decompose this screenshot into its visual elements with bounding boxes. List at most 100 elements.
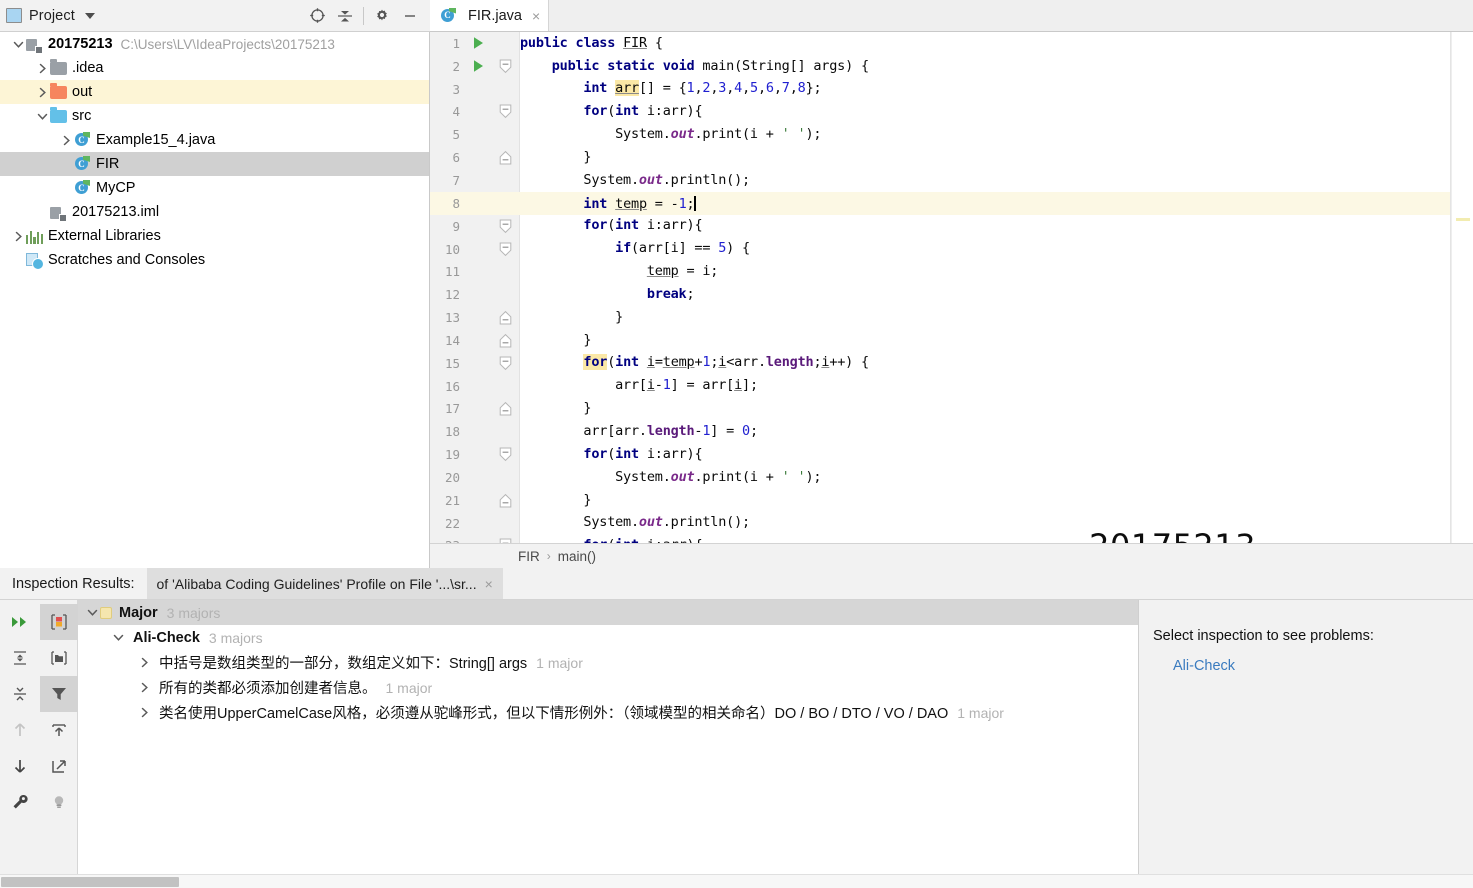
- code-line[interactable]: 21 }: [430, 489, 1473, 512]
- chevron-down-icon[interactable]: [84, 607, 100, 618]
- code-line[interactable]: 17 }: [430, 398, 1473, 421]
- tree-twisty-placeholder: [34, 204, 50, 220]
- rerun-icon[interactable]: [0, 604, 40, 640]
- chevron-down-icon[interactable]: [84, 12, 95, 19]
- fold-marker-icon[interactable]: [490, 333, 520, 348]
- code-line[interactable]: 4 for(int i:arr){: [430, 101, 1473, 124]
- code-line[interactable]: 7 System.out.println();: [430, 169, 1473, 192]
- open-directory-icon[interactable]: [40, 640, 78, 676]
- code-line[interactable]: 6 }: [430, 146, 1473, 169]
- horizontal-scrollbar[interactable]: [0, 874, 1473, 888]
- gear-icon[interactable]: [368, 3, 396, 29]
- project-tree-item-20175213-iml[interactable]: 20175213.iml: [0, 200, 429, 224]
- error-stripe-mark[interactable]: [1456, 218, 1470, 221]
- expand-all-icon[interactable]: [0, 640, 40, 676]
- project-tree-item-external-libraries[interactable]: External Libraries: [0, 224, 429, 248]
- next-icon[interactable]: [0, 748, 40, 784]
- code-line[interactable]: 22 System.out.println();: [430, 512, 1473, 535]
- code-lines[interactable]: 1 public class FIR {2 public static void …: [430, 32, 1473, 543]
- code-line[interactable]: 19 for(int i:arr){: [430, 443, 1473, 466]
- open-in-new-window-icon[interactable]: [40, 748, 78, 784]
- breadcrumb-item-method[interactable]: main(): [558, 549, 596, 564]
- project-tree-item-mycp[interactable]: C MyCP: [0, 176, 429, 200]
- project-tree-item-src[interactable]: src: [0, 104, 429, 128]
- run-gutter-icon[interactable]: [466, 36, 490, 50]
- inspection-tree-item[interactable]: Ali-Check 3 majors: [78, 625, 1138, 650]
- fold-marker-icon[interactable]: [490, 219, 520, 234]
- close-icon[interactable]: ×: [485, 576, 493, 592]
- minimize-icon[interactable]: [396, 3, 424, 29]
- code-line[interactable]: 15 for(int i=temp+1;i<arr.length;i++) {: [430, 352, 1473, 375]
- chevron-right-icon[interactable]: [136, 707, 152, 718]
- project-tree-item-fir[interactable]: C FIR: [0, 152, 429, 176]
- chevron-right-icon[interactable]: [136, 682, 152, 693]
- line-number: 5: [452, 127, 460, 143]
- code-line[interactable]: 16 arr[i-1] = arr[i];: [430, 375, 1473, 398]
- collapse-all-icon[interactable]: [331, 3, 359, 29]
- fold-marker-icon[interactable]: [490, 447, 520, 462]
- settings-wrench-icon[interactable]: [0, 784, 40, 820]
- code-line[interactable]: 2 public static void main(String[] args)…: [430, 55, 1473, 78]
- project-tree-item-scratches-and-consoles[interactable]: Scratches and Consoles: [0, 248, 429, 272]
- export-icon[interactable]: [40, 712, 78, 748]
- inspection-tree-item[interactable]: 所有的类都必须添加创建者信息。 1 major: [78, 675, 1138, 700]
- breadcrumb-item-class[interactable]: FIR: [518, 549, 540, 564]
- project-tree-item-example15-4-java[interactable]: C Example15_4.java: [0, 128, 429, 152]
- code-line[interactable]: 8 int temp = -1;: [430, 191, 1473, 215]
- locate-icon[interactable]: [303, 3, 331, 29]
- code-line[interactable]: 9 for(int i:arr){: [430, 215, 1473, 238]
- project-tree-item-out[interactable]: out: [0, 80, 429, 104]
- code-line[interactable]: 13 }: [430, 306, 1473, 329]
- code-line[interactable]: 18 arr[arr.length-1] = 0;: [430, 420, 1473, 443]
- code-line[interactable]: 11 temp = i;: [430, 260, 1473, 283]
- scrollbar-thumb[interactable]: [1, 877, 179, 887]
- chevron-right-icon[interactable]: [34, 84, 50, 100]
- group-by-severity-icon[interactable]: [40, 604, 78, 640]
- project-title-group[interactable]: Project: [6, 8, 95, 24]
- editor-error-stripe[interactable]: [1451, 32, 1473, 543]
- inspection-profile-tab[interactable]: of 'Alibaba Coding Guidelines' Profile o…: [146, 568, 503, 599]
- fold-marker-icon[interactable]: [490, 356, 520, 371]
- chevron-down-icon[interactable]: [10, 36, 26, 52]
- code-line-text: }: [520, 308, 624, 325]
- code-line[interactable]: 14 }: [430, 329, 1473, 352]
- suppress-bulb-icon[interactable]: [40, 784, 78, 820]
- filter-icon[interactable]: [40, 676, 78, 712]
- fold-marker-icon[interactable]: [490, 242, 520, 257]
- line-number: 16: [444, 378, 460, 394]
- project-file-tree[interactable]: 20175213 C:\Users\LV\IdeaProjects\2017521…: [0, 32, 430, 568]
- code-line[interactable]: 3 int arr[] = {1,2,3,4,5,6,7,8};: [430, 78, 1473, 101]
- code-editor[interactable]: 1 public class FIR {2 public static void …: [430, 32, 1473, 543]
- collapse-all-icon[interactable]: [0, 676, 40, 712]
- code-line[interactable]: 12 break;: [430, 283, 1473, 306]
- chevron-right-icon[interactable]: [34, 60, 50, 76]
- fold-marker-icon[interactable]: [490, 310, 520, 325]
- editor-tab-fir-java[interactable]: C FIR.java ×: [430, 0, 550, 31]
- code-line[interactable]: 20 System.out.print(i + ' ');: [430, 466, 1473, 489]
- fold-marker-icon[interactable]: [490, 59, 520, 74]
- chevron-right-icon[interactable]: [136, 657, 152, 668]
- chevron-down-icon[interactable]: [34, 108, 50, 124]
- fold-marker-icon[interactable]: [490, 493, 520, 508]
- project-tree-item-20175213[interactable]: 20175213 C:\Users\LV\IdeaProjects\2017521…: [0, 32, 429, 56]
- inspection-tree-item[interactable]: 中括号是数组类型的一部分，数组定义如下：String[] args 1 major: [78, 650, 1138, 675]
- chevron-right-icon[interactable]: [10, 228, 26, 244]
- code-line[interactable]: 5 System.out.print(i + ' ');: [430, 123, 1473, 146]
- fold-marker-icon[interactable]: [490, 401, 520, 416]
- code-line[interactable]: 10 if(arr[i] == 5) {: [430, 238, 1473, 261]
- chevron-down-icon[interactable]: [110, 632, 126, 643]
- inspection-tree-item[interactable]: 类名使用UpperCamelCase风格，必须遵从驼峰形式，但以下情形例外：（领…: [78, 700, 1138, 725]
- chevron-right-icon[interactable]: [58, 132, 74, 148]
- code-line[interactable]: 23 for(int i:arr){: [430, 535, 1473, 543]
- code-line[interactable]: 1 public class FIR {: [430, 32, 1473, 55]
- breadcrumb[interactable]: FIR › main(): [430, 543, 1473, 568]
- previous-icon[interactable]: [0, 712, 40, 748]
- inspection-tree-item[interactable]: Major 3 majors: [78, 600, 1138, 625]
- run-gutter-icon[interactable]: [466, 59, 490, 73]
- inspection-tree[interactable]: Major 3 majors Ali-Check 3 majors 中括号是数组类型的一…: [78, 600, 1138, 874]
- close-icon[interactable]: ×: [532, 8, 540, 24]
- inspection-detail-link[interactable]: Ali-Check: [1173, 658, 1473, 674]
- project-tree-item-idea[interactable]: .idea: [0, 56, 429, 80]
- fold-marker-icon[interactable]: [490, 104, 520, 119]
- fold-marker-icon[interactable]: [490, 150, 520, 165]
